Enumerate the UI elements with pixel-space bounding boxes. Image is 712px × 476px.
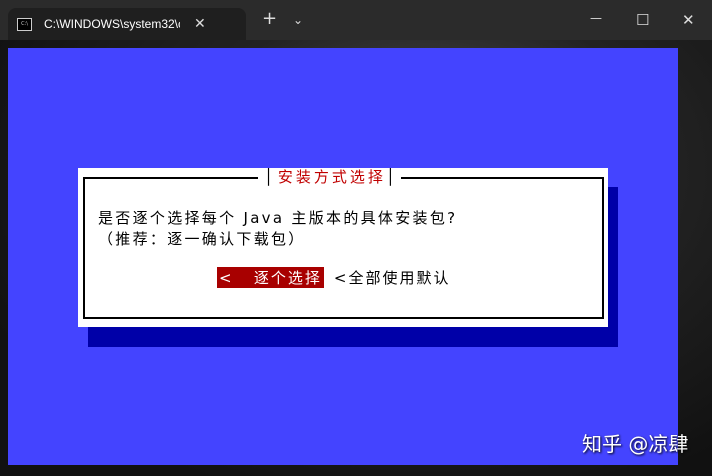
dialog-title: │ 安装方式选择│ <box>258 168 401 186</box>
maximize-button[interactable]: ☐ <box>636 11 649 29</box>
use-defaults-button[interactable]: <全部使用默认 <box>334 267 451 288</box>
new-tab-button[interactable]: + <box>262 8 277 29</box>
message-line-2: （推荐：逐一确认下载包） <box>98 230 306 248</box>
one-by-one-button[interactable]: < 逐个选择 <box>217 267 324 288</box>
close-button[interactable]: ✕ <box>682 11 695 29</box>
tab-title: C:\WINDOWS\system32\cmd.exe <box>44 17 180 31</box>
minimize-button[interactable]: — <box>590 11 602 25</box>
tab-cmd[interactable]: C:\ C:\WINDOWS\system32\cmd.exe ✕ <box>8 8 246 40</box>
title-bar: C:\ C:\WINDOWS\system32\cmd.exe ✕ + ⌄ — … <box>0 0 712 40</box>
chevron-down-icon[interactable]: ⌄ <box>293 13 303 27</box>
dialog: │ 安装方式选择│ 是否逐个选择每个 Java 主版本的具体安装包? （推荐：逐一… <box>78 168 608 327</box>
tab-close-icon[interactable]: ✕ <box>194 16 206 32</box>
cmd-icon: C:\ <box>17 17 32 31</box>
dialog-title-text: 安装方式选择 <box>277 168 386 186</box>
watermark: 知乎 @凉肆 <box>582 432 689 456</box>
terminal-area: │ 安装方式选择│ 是否逐个选择每个 Java 主版本的具体安装包? （推荐：逐一… <box>8 48 678 465</box>
message-line-1: 是否逐个选择每个 Java 主版本的具体安装包? <box>98 209 458 227</box>
dialog-message: 是否逐个选择每个 Java 主版本的具体安装包? （推荐：逐一确认下载包） <box>98 208 457 250</box>
